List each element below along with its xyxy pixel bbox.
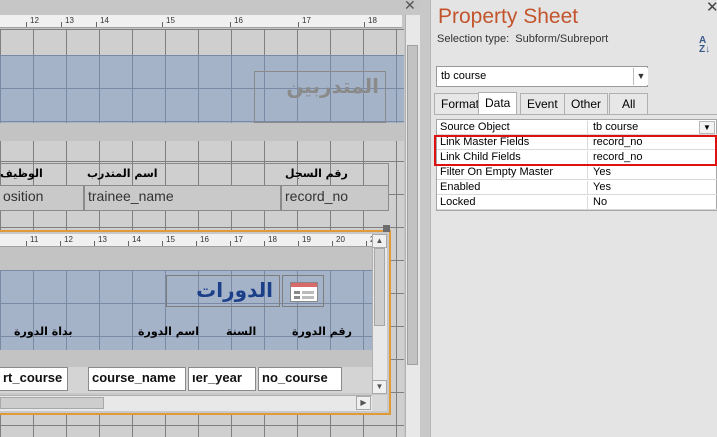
selection-type-label: Selection type: [437, 33, 510, 45]
textbox-position[interactable]: osition [0, 185, 84, 211]
property-name: Locked [438, 196, 588, 210]
textbox-no-course[interactable]: no_course [258, 367, 342, 391]
label-year[interactable]: السنة [226, 325, 256, 338]
horizontal-ruler: 12 13 14 15 16 17 18 [0, 15, 402, 28]
property-row-source-object[interactable]: Source Object tb course ▼ [437, 120, 717, 135]
tab-event[interactable]: Event [520, 93, 565, 114]
ruler-mark: 12 [30, 16, 39, 25]
property-value[interactable]: Yes [590, 181, 717, 195]
scroll-down-icon[interactable]: ▼ [372, 380, 387, 394]
form-design-surface[interactable]: 12 13 14 15 16 17 18 ✕ المتدربين رقم الس… [0, 0, 420, 437]
selection-type: Selection type: Subform/Subreport [437, 33, 608, 45]
subform-title-label[interactable]: الدورات [166, 275, 280, 307]
subform-detail-section [0, 350, 372, 367]
property-sheet-pane: Property Sheet ✕ Selection type: Subform… [430, 0, 717, 437]
link-fields-highlight-box [434, 135, 717, 166]
property-value[interactable]: No [590, 196, 717, 210]
property-sheet-title: Property Sheet [438, 5, 579, 28]
textbox-record-no[interactable]: record_no [281, 185, 389, 211]
chevron-down-icon[interactable]: ▼ [633, 68, 648, 85]
subform-hscroll-thumb[interactable] [0, 397, 104, 409]
property-name: Source Object [438, 121, 588, 135]
subform-control[interactable]: 11 12 13 14 15 16 17 18 19 20 2 الدورات [0, 230, 391, 415]
ruler-mark: 16 [234, 16, 243, 25]
ruler-mark: 20 [336, 235, 345, 244]
ruler-mark: 18 [268, 235, 277, 244]
property-value[interactable]: tb course [590, 121, 717, 135]
property-row-filter-on-empty-master[interactable]: Filter On Empty Master Yes [437, 165, 717, 180]
selection-type-value: Subform/Subreport [515, 33, 609, 45]
scroll-right-icon[interactable]: ▶ [356, 396, 371, 410]
object-selector-dropdown[interactable]: tb course ▼ [436, 66, 648, 87]
ruler-mark: 14 [132, 235, 141, 244]
ruler-mark: 17 [234, 235, 243, 244]
tab-all[interactable]: All [609, 93, 649, 114]
ruler-mark: 16 [200, 235, 209, 244]
textbox-start-course[interactable]: rt_course [0, 367, 68, 391]
tab-data[interactable]: Data [478, 92, 518, 114]
tab-underline [434, 114, 717, 115]
ruler-mark: 17 [302, 16, 311, 25]
chevron-down-icon[interactable]: ▼ [699, 121, 715, 134]
sort-az-icon[interactable]: A Z↓ [699, 36, 710, 55]
label-course-name[interactable]: اسم الدورة [138, 325, 199, 338]
ruler-mark: 19 [302, 235, 311, 244]
subform-ruler: 11 12 13 14 15 16 17 18 19 20 2 [0, 234, 387, 247]
property-value[interactable]: Yes [590, 166, 717, 180]
subform-grey-strip [0, 247, 372, 270]
section-bar [0, 123, 404, 141]
ruler-mark: 15 [166, 235, 175, 244]
label-record-no[interactable]: رقم السجل [285, 167, 348, 180]
textbox-year[interactable]: ıer_year [188, 367, 256, 391]
label-start-course[interactable]: بداة الدورة [14, 325, 73, 338]
ruler-mark: 14 [100, 16, 109, 25]
ruler-mark: 12 [64, 235, 73, 244]
close-icon[interactable]: ✕ [706, 0, 717, 16]
ruler-mark: 18 [368, 16, 377, 25]
scroll-up-icon[interactable]: ▲ [372, 234, 387, 248]
label-no-course[interactable]: رقم الدورة [292, 325, 352, 338]
ruler-mark: 13 [65, 16, 74, 25]
ruler-mark: 15 [166, 16, 175, 25]
ruler-mark: 13 [98, 235, 107, 244]
close-icon[interactable]: ✕ [404, 0, 416, 14]
property-name: Filter On Empty Master [438, 166, 588, 180]
subform-scroll-thumb[interactable] [374, 248, 385, 326]
tab-other[interactable]: Other [564, 93, 609, 114]
property-row-locked[interactable]: Locked No [437, 195, 717, 210]
property-name: Enabled [438, 181, 588, 195]
label-position[interactable]: الوظيف [0, 167, 43, 180]
property-row-enabled[interactable]: Enabled Yes [437, 180, 717, 195]
textbox-course-name[interactable]: course_name [88, 367, 186, 391]
scroll-thumb[interactable] [407, 45, 418, 365]
label-trainee-name[interactable]: اسم المتدرب [87, 167, 158, 180]
form-icon [282, 275, 324, 307]
ruler-mark: 11 [30, 235, 39, 244]
resize-corner[interactable] [372, 395, 387, 411]
form-title-label[interactable]: المتدربين [254, 71, 386, 123]
textbox-trainee-name[interactable]: trainee_name [84, 185, 281, 211]
object-selector-value: tb course [441, 70, 487, 82]
sizing-handle[interactable] [383, 225, 390, 232]
